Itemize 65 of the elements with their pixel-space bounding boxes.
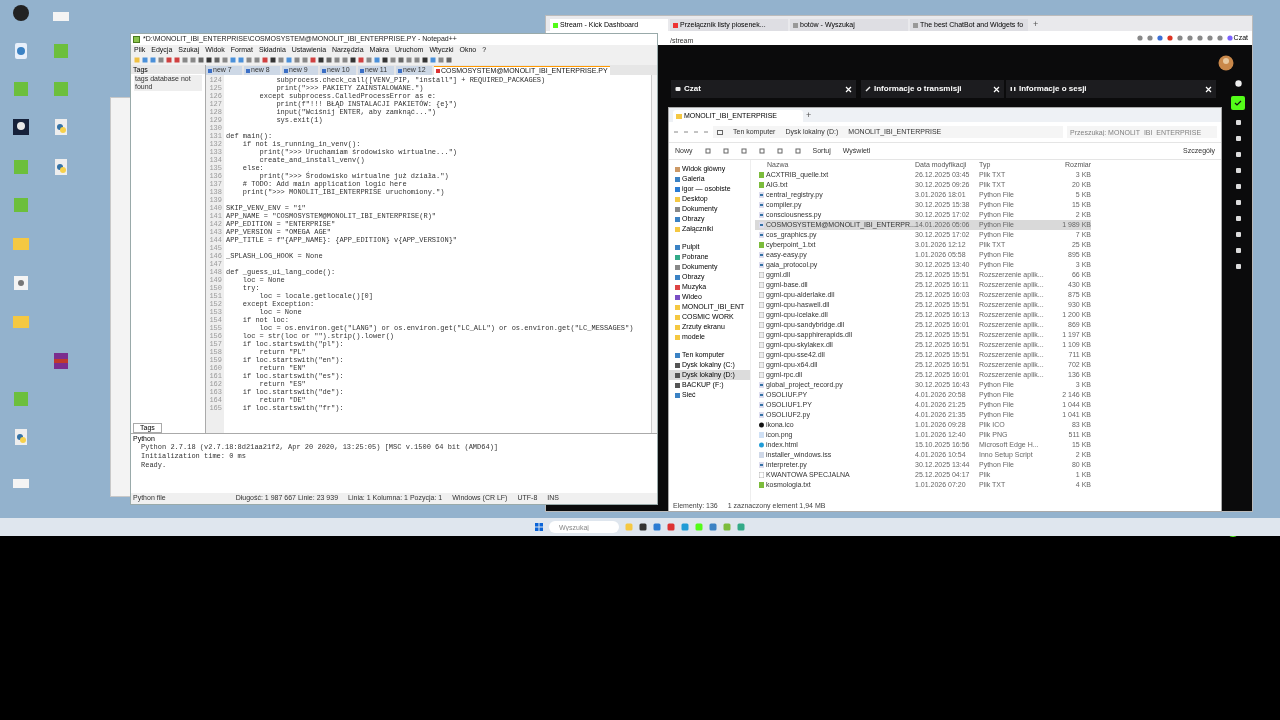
sidebar-icon bbox=[1234, 151, 1242, 158]
toolbar-icon bbox=[722, 148, 729, 154]
close-icon bbox=[1205, 85, 1212, 93]
bars-icon bbox=[1010, 86, 1016, 92]
sidebar-icon bbox=[1234, 215, 1242, 222]
toolbar-icon bbox=[740, 148, 747, 154]
file-icon bbox=[284, 68, 288, 73]
file-icon bbox=[759, 222, 764, 228]
file-icon bbox=[759, 202, 764, 208]
file-icon bbox=[759, 232, 764, 238]
file-icon bbox=[322, 68, 326, 73]
close-icon bbox=[993, 85, 1000, 93]
file-icon bbox=[759, 192, 764, 198]
panel-title: Czat bbox=[684, 83, 702, 95]
sidebar-icon bbox=[1234, 135, 1242, 142]
toolbar-icon bbox=[704, 148, 711, 154]
sidebar-icon bbox=[1234, 199, 1242, 206]
sidebar-icon bbox=[1234, 247, 1242, 254]
folder-icon bbox=[675, 196, 680, 202]
toolbar-icon bbox=[758, 148, 765, 154]
file-icon bbox=[759, 242, 764, 248]
panel-title: Informacje o sesji bbox=[1019, 83, 1088, 95]
location-icon bbox=[675, 352, 680, 358]
sidebar-icon bbox=[1234, 231, 1242, 238]
close-icon bbox=[845, 85, 852, 93]
file-icon bbox=[759, 382, 764, 388]
file-icon bbox=[759, 402, 764, 408]
avatar-icon bbox=[1218, 55, 1234, 71]
file-icon bbox=[759, 262, 764, 268]
sidebar-icon bbox=[1234, 183, 1242, 190]
site-icon bbox=[793, 22, 798, 28]
sidebar-icon bbox=[1234, 167, 1242, 174]
file-icon bbox=[246, 68, 250, 73]
file-icon bbox=[759, 392, 764, 398]
python-file-icon bbox=[12, 428, 30, 446]
sidebar-icon bbox=[1234, 263, 1242, 270]
folder-icon bbox=[676, 113, 682, 119]
file-icon bbox=[759, 212, 764, 218]
location-icon bbox=[675, 392, 680, 398]
sidebar-icon bbox=[1234, 119, 1242, 126]
check-icon bbox=[1231, 96, 1245, 110]
file-icon bbox=[360, 68, 364, 73]
site-icon bbox=[913, 22, 918, 28]
monitor-icon bbox=[717, 129, 723, 135]
file-icon bbox=[759, 252, 764, 258]
new-tab-button[interactable]: + bbox=[1030, 17, 1042, 31]
start-icon bbox=[535, 523, 543, 531]
file-icon bbox=[208, 68, 212, 73]
new-tab-button[interactable]: + bbox=[806, 108, 812, 122]
file-icon bbox=[398, 68, 402, 73]
python-file-icon bbox=[52, 118, 70, 136]
file-icon bbox=[436, 69, 440, 73]
toolbar-icon bbox=[776, 148, 783, 154]
webcam-icon bbox=[12, 118, 30, 136]
file-icon bbox=[759, 462, 764, 468]
file-icon bbox=[759, 412, 764, 418]
toolbar-icon bbox=[794, 148, 801, 154]
panel-title: Informacje o transmisji bbox=[874, 83, 963, 95]
folder-icon bbox=[675, 226, 680, 232]
site-icon bbox=[673, 22, 678, 28]
app-icon bbox=[133, 36, 140, 43]
python-file-icon bbox=[52, 158, 70, 176]
archive-icon bbox=[52, 352, 70, 370]
copilot-icon bbox=[1226, 35, 1233, 41]
site-icon bbox=[553, 22, 558, 28]
